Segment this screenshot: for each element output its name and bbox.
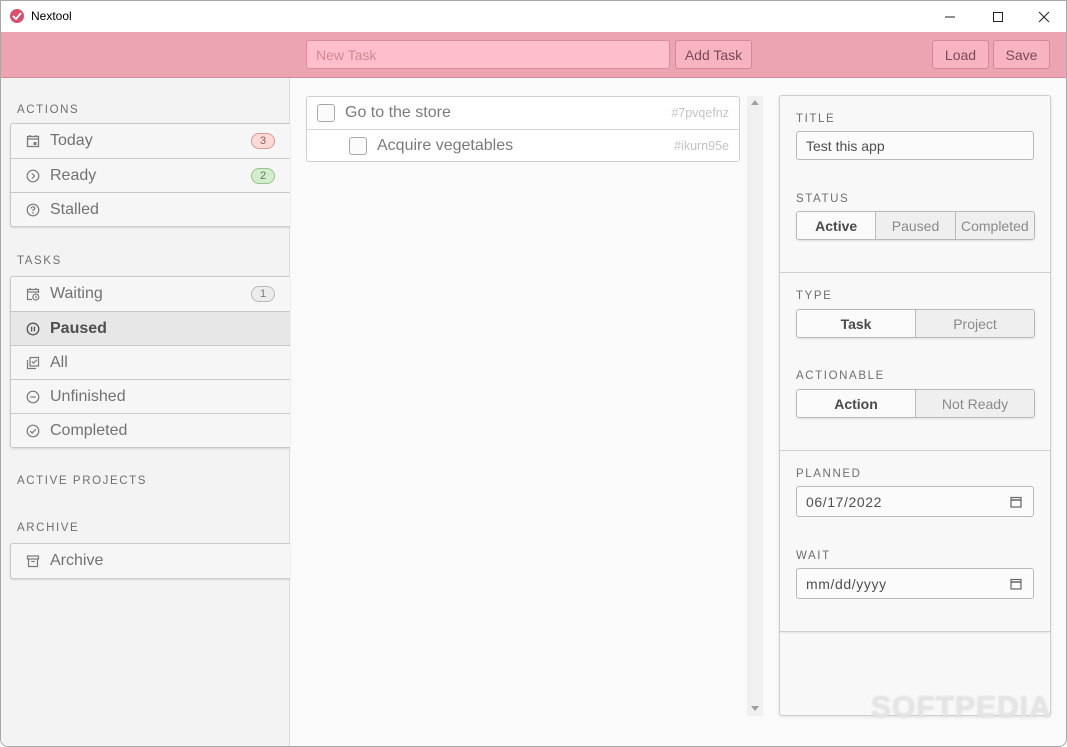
task-detail-panel: TITLE Test this app STATUS Active Paused… (779, 95, 1051, 716)
planned-label: PLANNED (796, 468, 862, 480)
title-value: Test this app (806, 137, 885, 154)
status-option-active[interactable]: Active (797, 212, 876, 239)
sidebar-item-label: Archive (50, 552, 104, 569)
sidebar-item-paused[interactable]: Paused (11, 311, 290, 345)
actionable-option-action[interactable]: Action (797, 390, 915, 417)
sidebar-item-stalled[interactable]: Stalled (11, 192, 290, 226)
status-option-paused[interactable]: Paused (875, 212, 955, 239)
sidebar-item-label: Paused (50, 319, 107, 337)
task-list-scrollbar[interactable] (747, 96, 763, 716)
sidebar-item-completed[interactable]: Completed (11, 413, 290, 447)
detail-section-type-actionable: TYPE Task Project ACTIONABLE Action Not … (780, 273, 1050, 451)
count-badge: 1 (251, 286, 275, 302)
save-button[interactable]: Save (993, 40, 1050, 69)
nav-group-archive: Archive (10, 543, 290, 579)
type-segmented-control: Task Project (796, 309, 1035, 338)
add-task-button[interactable]: Add Task (675, 40, 752, 69)
sidebar-item-label: Unfinished (50, 387, 126, 405)
status-label: STATUS (796, 193, 850, 205)
detail-section-title-status: TITLE Test this app STATUS Active Paused… (780, 96, 1050, 273)
type-option-task[interactable]: Task (797, 310, 915, 337)
count-badge: 3 (251, 133, 275, 149)
minus-circle-icon (25, 389, 41, 405)
section-label-active-projects: ACTIVE PROJECTS (17, 475, 148, 487)
task-list: Go to the store #7pvqefnz Acquire vegeta… (306, 96, 740, 162)
section-label-archive: ARCHIVE (17, 522, 80, 534)
load-button[interactable]: Load (932, 40, 989, 69)
window-title: Nextool (31, 9, 72, 23)
task-title: Go to the store (345, 104, 451, 121)
new-task-input[interactable] (306, 40, 670, 69)
close-icon (1038, 11, 1050, 22)
close-button[interactable] (1021, 1, 1066, 32)
title-bar: Nextool (1, 1, 1066, 32)
nav-group-actions: Today 3 Ready 2 Stalled (10, 123, 290, 227)
minimize-icon (945, 16, 955, 17)
help-circle-icon (25, 202, 41, 218)
task-checkbox[interactable] (317, 104, 335, 122)
task-title: Acquire vegetables (377, 136, 514, 154)
calendar-icon[interactable] (1010, 577, 1022, 593)
maximize-icon (993, 11, 1003, 22)
title-input[interactable]: Test this app (796, 131, 1034, 160)
count-badge: 2 (251, 168, 275, 184)
wait-date-placeholder: mm/dd/yyyy (806, 575, 887, 592)
check-circle-icon (25, 423, 41, 439)
maximize-button[interactable] (975, 1, 1021, 32)
actionable-segmented-control: Action Not Ready (796, 389, 1035, 418)
title-label: TITLE (796, 113, 836, 125)
minimize-button[interactable] (927, 1, 973, 32)
sidebar-item-archive[interactable]: Archive (11, 544, 290, 578)
sidebar-item-label: Waiting (50, 285, 103, 302)
scroll-down-arrow-icon[interactable] (751, 706, 759, 711)
actionable-option-not-ready[interactable]: Not Ready (915, 390, 1034, 417)
actionable-label: ACTIONABLE (796, 370, 885, 382)
chevron-circle-right-icon (25, 168, 41, 184)
calendar-icon[interactable] (1010, 495, 1022, 511)
sidebar-item-label: Stalled (50, 200, 99, 218)
planned-date-input[interactable]: 06/17/2022 (796, 486, 1034, 517)
checkbox-multiple-icon (25, 355, 41, 371)
calendar-today-icon (25, 133, 41, 149)
task-id: #ikurn95e (674, 138, 729, 153)
sidebar-item-all[interactable]: All (11, 345, 290, 379)
sidebar-item-unfinished[interactable]: Unfinished (11, 379, 290, 413)
sidebar-item-label: Completed (50, 421, 128, 439)
calendar-clock-icon (25, 286, 41, 302)
nav-group-tasks: Waiting 1 Paused All Unfinished Complete… (10, 276, 290, 448)
sidebar-item-label: Today (50, 132, 93, 149)
app-logo-icon (10, 9, 24, 23)
watermark: SOFTPEDIA (871, 691, 1052, 724)
status-option-completed[interactable]: Completed (954, 212, 1034, 239)
sidebar-item-ready[interactable]: Ready 2 (11, 158, 290, 192)
task-row[interactable]: Acquire vegetables #ikurn95e (307, 129, 739, 161)
sidebar-item-today[interactable]: Today 3 (11, 124, 290, 158)
sidebar-item-label: Ready (50, 166, 97, 184)
detail-section-dates: PLANNED 06/17/2022 WAIT mm/dd/yyyy (780, 451, 1050, 632)
wait-label: WAIT (796, 550, 831, 562)
scroll-up-arrow-icon[interactable] (751, 100, 759, 105)
archive-icon (25, 553, 41, 569)
sidebar-item-waiting[interactable]: Waiting 1 (11, 277, 290, 311)
task-id: #7pvqefnz (671, 106, 729, 120)
section-label-actions: ACTIONS (17, 104, 80, 116)
wait-date-input[interactable]: mm/dd/yyyy (796, 568, 1034, 599)
status-segmented-control: Active Paused Completed (796, 211, 1035, 240)
task-list-pane: Go to the store #7pvqefnz Acquire vegeta… (291, 78, 768, 746)
app-window: Nextool Add Task Load Save ACTIONS Today… (0, 0, 1067, 747)
type-option-project[interactable]: Project (915, 310, 1034, 337)
planned-date-value: 06/17/2022 (806, 493, 883, 510)
sidebar: ACTIONS Today 3 Ready 2 Stalled TASKS Wa… (1, 78, 290, 746)
task-row[interactable]: Go to the store #7pvqefnz (307, 97, 739, 129)
toolbar: Add Task Load Save (1, 32, 1066, 78)
section-label-tasks: TASKS (17, 255, 62, 267)
type-label: TYPE (796, 290, 833, 302)
task-checkbox[interactable] (349, 136, 367, 155)
sidebar-item-label: All (50, 353, 68, 371)
pause-circle-icon (25, 321, 41, 337)
